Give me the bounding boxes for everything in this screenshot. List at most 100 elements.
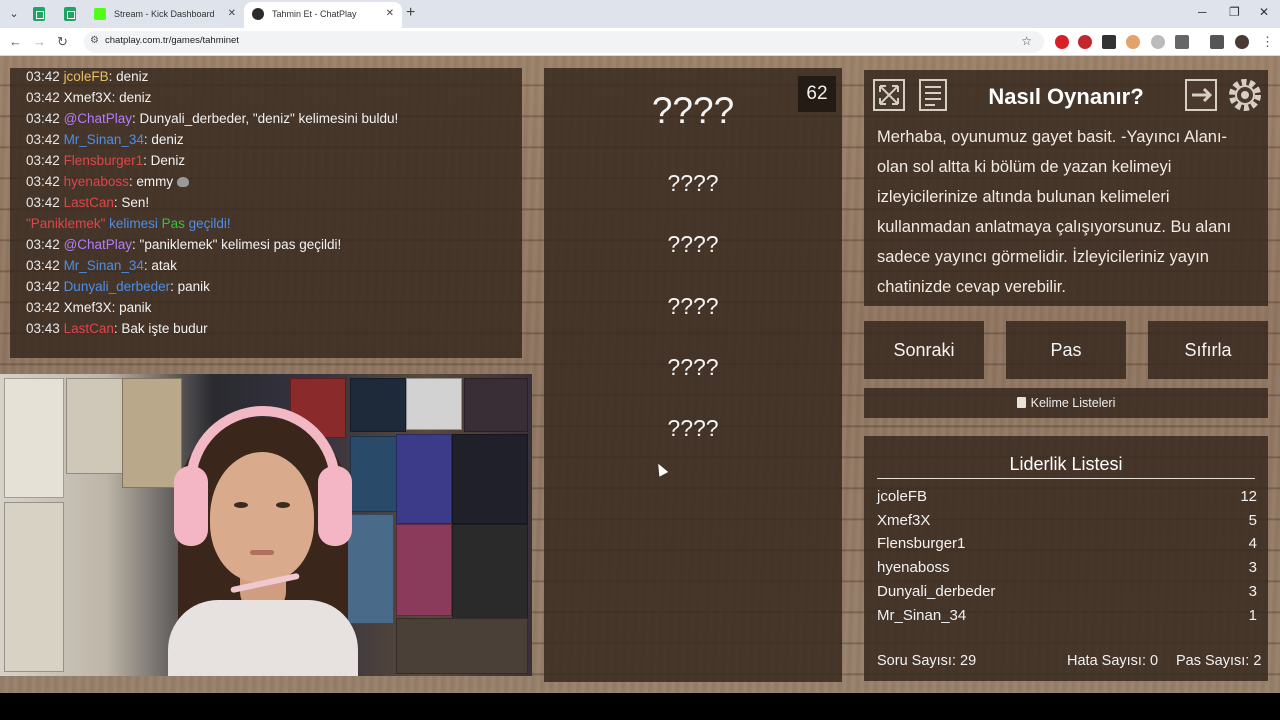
chat-user[interactable]: Mr_Sinan_34 [64,132,144,147]
close-tab-icon[interactable]: ✕ [228,2,236,26]
bookmark-star-icon[interactable]: ☆ [1021,34,1032,48]
system-text-end: geçildi! [184,216,231,231]
chat-user[interactable]: Mr_Sinan_34 [64,258,144,273]
system-text: kelimesi [105,216,162,231]
site-info-icon[interactable]: ⚙ [90,35,99,46]
shield-extension-icon[interactable] [1151,35,1165,49]
chat-time: 03:42 [26,174,60,189]
wall-poster [350,378,406,432]
chat-time: 03:42 [26,69,60,84]
player-score: 4 [1248,535,1257,552]
chat-user[interactable]: LastCan [64,321,114,336]
chat-message: 03:42 Xmef3X: deniz [26,90,151,105]
chat-user[interactable]: LastCan [64,195,114,210]
leaderboard-divider [877,478,1255,479]
how-to-play-title: Nasıl Oynanır? [988,84,1144,109]
extension-icon-2[interactable] [1126,35,1140,49]
chat-text: : Dunyali_derbeder, "deniz" kelimesini b… [132,111,399,126]
chat-time: 03:42 [26,279,60,294]
reset-button[interactable]: Sıfırla [1148,321,1268,379]
chat-text: : "paniklemek" kelimesi pas geçildi! [132,237,342,252]
tab-title: Tahmin Et - ChatPlay [272,9,357,19]
sheets-pinned-tab-icon-2[interactable] [64,7,76,21]
profile-avatar[interactable] [1235,35,1249,49]
close-tab-icon[interactable]: ✕ [386,2,394,26]
chat-message: 03:42 Mr_Sinan_34: atak [26,258,177,273]
sheets-pinned-tab-icon[interactable] [33,7,45,21]
chat-message: 03:42 @ChatPlay: Dunyali_derbeder, "deni… [26,111,398,126]
question-count: Soru Sayısı: 29 [877,653,976,669]
chat-message: 03:42 @ChatPlay: "paniklemek" kelimesi p… [26,237,341,252]
player-score: 12 [1240,488,1257,505]
leaderboard-panel: Liderlik Listesi jcoleFB 12 Xmef3X 5 Fle… [864,436,1268,681]
chat-time: 03:42 [26,111,60,126]
chat-time: 03:42 [26,195,60,210]
chat-message: 03:43 LastCan: Bak işte budur [26,321,208,336]
guess-word: ???? [667,415,719,441]
player-name: Xmef3X [877,512,931,529]
player-score: 5 [1248,512,1257,529]
how-to-play-panel: Nasıl Oynanır? Merhaba, oyunumuz gayet b… [864,70,1268,306]
wall-poster [396,618,528,674]
forward-icon[interactable]: → [33,34,46,49]
chat-text: : deniz [108,69,149,84]
chat-message: 03:42 Mr_Sinan_34: deniz [26,132,184,147]
minimize-icon[interactable]: ─ [1198,5,1207,19]
reading-list-icon[interactable] [1210,35,1224,49]
chat-time: 03:42 [26,153,60,168]
wall-poster [396,524,452,616]
word-lists-button[interactable]: Kelime Listeleri [864,388,1268,418]
extension-icon[interactable] [1102,35,1116,49]
error-count: Hata Sayısı: 0 [1067,653,1158,669]
tab-kick-dashboard[interactable]: Stream - Kick Dashboard ✕ [86,2,244,28]
restore-icon[interactable]: ❐ [1229,5,1240,19]
chat-text: : panik [170,279,210,294]
chat-time: 03:42 [26,258,60,273]
chat-user[interactable]: Xmef3X [64,90,112,105]
chat-user[interactable]: Dunyali_derbeder [64,279,171,294]
new-tab-icon[interactable]: + [406,4,415,22]
guess-column: 62 ???? ???? ???? ???? ???? ???? [544,68,842,682]
chat-user[interactable]: @ChatPlay [64,111,132,126]
chat-user[interactable]: Xmef3X [64,300,112,315]
tab-title: Stream - Kick Dashboard [114,9,215,19]
back-icon[interactable]: ← [9,34,22,49]
chat-message: 03:42 Dunyali_derbeder: panik [26,279,210,294]
menu-kebab-icon[interactable]: ⋮ [1261,34,1274,50]
reload-icon[interactable]: ↻ [57,34,68,50]
pass-count: Pas Sayısı: 2 [1176,653,1261,669]
pass-button[interactable]: Pas [1006,321,1126,379]
chat-user[interactable]: hyenaboss [64,174,129,189]
system-word: "Paniklemek" [26,216,106,231]
chat-user[interactable]: @ChatPlay [64,237,132,252]
pass-count-value: 2 [1253,653,1262,669]
guess-word: ???? [667,354,719,380]
close-window-icon[interactable]: ✕ [1259,5,1269,19]
next-button[interactable]: Sonraki [864,321,984,379]
chat-message: 03:42 jcoleFB: deniz [26,69,148,84]
chat-message: 03:42 LastCan: Sen! [26,195,149,210]
player-name: Flensburger1 [877,535,966,552]
player-name: hyenaboss [877,559,950,576]
player-score: 3 [1248,583,1257,600]
tab-chatplay[interactable]: Tahmin Et - ChatPlay ✕ [244,2,402,28]
chat-user[interactable]: Flensburger1 [64,153,144,168]
adblock-extension-icon[interactable] [1078,35,1092,49]
guess-word: ???? [667,293,719,319]
emote-icon [177,177,190,187]
how-to-play-text: Merhaba, oyunumuz gayet basit. -Yayıncı … [877,128,1232,296]
opera-extension-icon[interactable] [1055,35,1069,49]
chat-user[interactable]: jcoleFB [64,69,109,84]
streamer-figure [168,404,358,676]
chatplay-favicon-icon [252,8,264,20]
chat-panel: 03:42 jcoleFB: deniz 03:42 Xmef3X: deniz… [10,68,522,358]
guess-word: ???? [667,170,719,196]
tab-search-icon[interactable]: ⌄ [4,4,24,24]
chat-text: : atak [143,258,177,273]
address-bar[interactable]: ⚙ chatplay.com.tr/games/tahminet ☆ [84,31,1044,53]
webcam-feed [0,374,532,676]
wall-poster [66,378,124,474]
puzzle-extensions-icon[interactable] [1175,35,1189,49]
question-count-value: 29 [960,653,977,669]
wall-poster [464,378,528,432]
